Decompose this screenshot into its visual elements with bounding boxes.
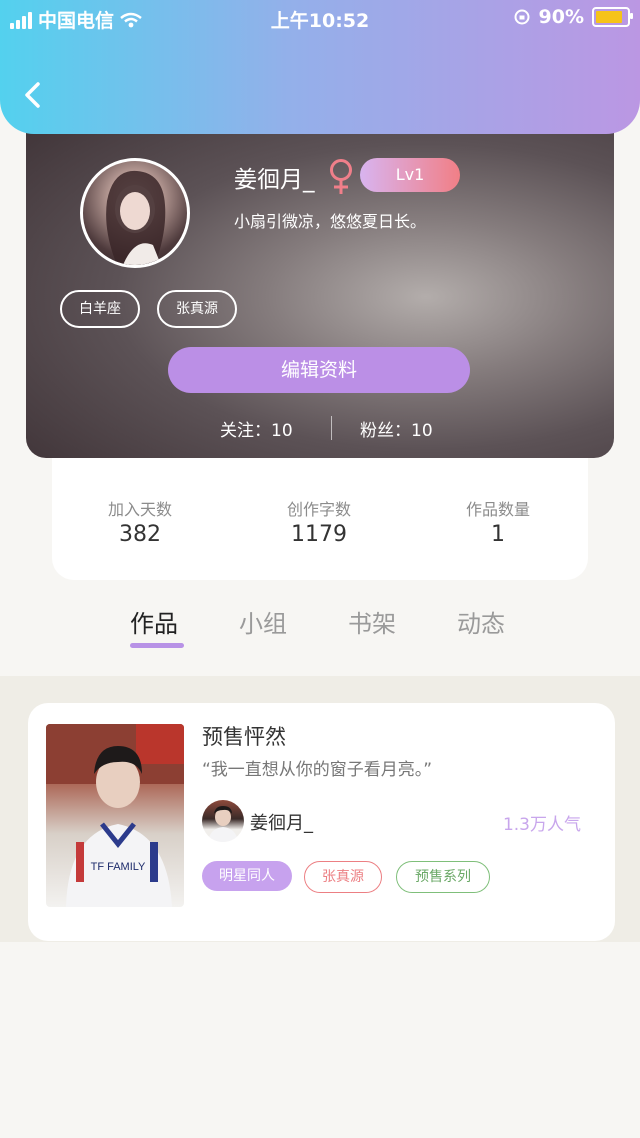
tab-groups[interactable]: 小组 <box>239 604 287 639</box>
username: 姜徊月_ <box>234 167 315 193</box>
level-badge: Lv1 <box>360 158 460 192</box>
work-cover-image: TF FAMILY <box>46 724 184 907</box>
work-popularity: 1.3万人气 <box>502 815 581 835</box>
content-tabs: 作品 小组 书架 动态 <box>0 600 640 656</box>
stat-label: 创作字数 <box>286 500 351 519</box>
tab-moments[interactable]: 动态 <box>457 604 505 639</box>
edit-profile-button[interactable]: 编辑资料 <box>168 347 470 393</box>
top-header: 中国电信 上午10:52 90% <box>0 0 640 134</box>
battery-percent: 90% <box>538 6 584 28</box>
follow-divider <box>331 416 332 440</box>
rotation-lock-icon <box>514 9 530 25</box>
stat-label: 作品数量 <box>465 500 530 519</box>
followers-count[interactable]: 粉丝：10 <box>360 416 433 441</box>
stats-panel: 加入天数 382 创作字数 1179 作品数量 1 <box>52 458 588 580</box>
tag-presale-series[interactable]: 预售系列 <box>396 861 490 893</box>
jersey-text: TF FAMILY <box>91 861 146 873</box>
stat-join-days: 加入天数 382 <box>80 496 200 547</box>
stat-value: 1179 <box>291 522 347 547</box>
tag-star-fanfic[interactable]: 明星同人 <box>202 861 292 891</box>
female-icon <box>330 159 352 194</box>
following-count[interactable]: 关注：10 <box>220 416 293 441</box>
stat-word-count: 创作字数 1179 <box>259 496 379 547</box>
status-bar: 中国电信 上午10:52 90% <box>0 0 640 36</box>
back-arrow-icon[interactable] <box>22 80 44 110</box>
tag-constellation[interactable]: 白羊座 <box>60 290 140 328</box>
stat-value: 382 <box>119 522 161 547</box>
author-avatar[interactable] <box>202 800 244 842</box>
stat-label: 加入天数 <box>107 500 172 519</box>
battery-icon <box>592 7 633 27</box>
work-author[interactable]: 姜徊月_ <box>250 809 313 835</box>
work-quote: “我一直想从你的窗子看月亮。” <box>202 760 433 780</box>
stat-works-count: 作品数量 1 <box>438 496 558 547</box>
work-title[interactable]: 预售怦然 <box>202 721 286 751</box>
user-bio: 小扇引微凉，悠悠夏日长。 <box>234 212 427 231</box>
tag-idol[interactable]: 张真源 <box>157 290 237 328</box>
tab-bookshelf[interactable]: 书架 <box>348 604 396 639</box>
work-card[interactable]: TF FAMILY 预售怦然 “我一直想从你的窗子看月亮。” 姜徊月_ 1.3万… <box>28 703 615 941</box>
user-avatar[interactable] <box>80 158 190 268</box>
tag-zhang-zhenyuan[interactable]: 张真源 <box>304 861 382 893</box>
active-tab-indicator <box>130 643 184 648</box>
stat-value: 1 <box>491 522 505 547</box>
profile-card: 姜徊月_ Lv1 小扇引微凉，悠悠夏日长。 白羊座 张真源 编辑资料 关注：10… <box>26 100 614 458</box>
tab-works[interactable]: 作品 <box>130 604 178 639</box>
